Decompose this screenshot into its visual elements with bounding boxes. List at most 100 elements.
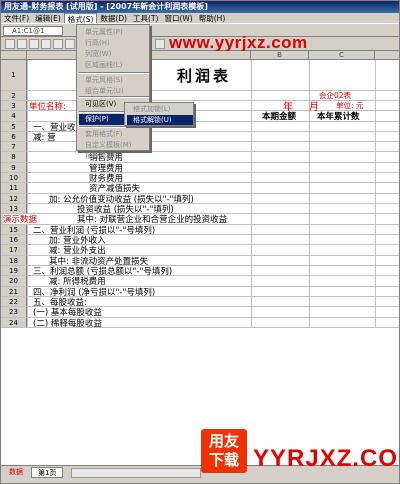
table-row: 24 (二) 稀释每股收益 bbox=[1, 318, 399, 329]
row-number[interactable]: 22 bbox=[1, 297, 27, 306]
row-number[interactable]: 2 bbox=[1, 91, 27, 100]
column-header-b[interactable]: B bbox=[251, 51, 309, 60]
grid-line bbox=[375, 266, 376, 275]
menu-item-label: 保护(P) bbox=[85, 115, 109, 123]
row-label[interactable]: 投资收益 (损失以"-"填列) bbox=[77, 204, 174, 215]
row-label[interactable]: 减: 营业外支出 bbox=[49, 245, 106, 256]
row-label[interactable]: 其中: 对联营企业和合营企业的投资收益 bbox=[77, 214, 227, 225]
grid-line bbox=[375, 111, 376, 121]
format-menu-item[interactable]: 列宽(W) bbox=[79, 49, 149, 60]
menu-edit[interactable]: 编辑(E) bbox=[32, 13, 64, 23]
menu-item-label: 套用格式(F) bbox=[85, 130, 123, 138]
horizontal-scrollbar[interactable] bbox=[71, 468, 201, 478]
menu-item-label: 可见区(V) bbox=[85, 100, 117, 108]
column-header-c[interactable]: C bbox=[309, 51, 375, 60]
row-label[interactable]: 三、利润总额 (亏损总额以"-"号填列) bbox=[33, 266, 172, 277]
grid-line bbox=[27, 245, 28, 255]
table-row: 1 利润表 bbox=[1, 60, 399, 91]
grid-line bbox=[251, 163, 252, 172]
row-number[interactable]: 3 bbox=[1, 101, 27, 110]
row-number[interactable]: 6 bbox=[1, 132, 27, 141]
row-number[interactable]: 7 bbox=[1, 142, 27, 151]
format-menu-dropdown: 单元属性(P) 行高(H) 列宽(W) 区域画线(L) 单元风格(S) 组合单元(U) 可见… bbox=[76, 24, 150, 160]
menu-tools[interactable]: 工具(T) bbox=[130, 13, 161, 23]
row-number[interactable]: 5 bbox=[1, 122, 27, 131]
row-number[interactable]: 21 bbox=[1, 287, 27, 296]
row-number[interactable]: 20 bbox=[1, 276, 27, 286]
row-label[interactable]: 资产减值损失 bbox=[89, 183, 140, 194]
grid-line bbox=[27, 307, 28, 317]
grid-line bbox=[251, 318, 252, 327]
brand-logo: 用友 下载 bbox=[201, 429, 247, 473]
menu-help[interactable]: 帮助(H) bbox=[196, 13, 229, 23]
new-icon[interactable] bbox=[5, 39, 15, 49]
format-menu-item[interactable]: 单元属性(P) bbox=[79, 27, 149, 38]
format-menu-item[interactable]: 行高(H) bbox=[79, 38, 149, 49]
grid-line bbox=[251, 297, 252, 306]
month-label: 月 bbox=[309, 102, 319, 113]
cut-icon[interactable] bbox=[65, 39, 75, 49]
row-number[interactable]: 1 bbox=[1, 60, 27, 90]
open-icon[interactable] bbox=[17, 39, 27, 49]
app-window: 用友通-财务报表 [试用版] - [2007年新会计利润表模板] 文件(F) 编… bbox=[0, 0, 400, 484]
row-number[interactable]: 12 bbox=[1, 194, 27, 203]
row-label[interactable]: 减: 营 bbox=[33, 132, 56, 143]
grid-line bbox=[309, 225, 310, 234]
grid-line bbox=[27, 287, 28, 296]
format-menu-item[interactable]: 套用格式(F) bbox=[79, 129, 149, 140]
grid-line bbox=[309, 132, 310, 141]
grid-line bbox=[27, 194, 28, 203]
table-row: 7营业税金及附加 bbox=[1, 142, 399, 153]
row-number[interactable]: 11 bbox=[1, 183, 27, 193]
row-number[interactable]: 13 bbox=[1, 204, 27, 213]
grid-line bbox=[251, 122, 252, 131]
row-number[interactable]: 10 bbox=[1, 173, 27, 182]
menu-file[interactable]: 文件(F) bbox=[1, 13, 32, 23]
format-menu-item[interactable]: 区域画线(L) bbox=[79, 60, 149, 71]
row-number[interactable]: 17 bbox=[1, 245, 27, 255]
menu-item-label: 列宽(W) bbox=[85, 50, 112, 58]
grid-line bbox=[375, 287, 376, 296]
format-menu-item[interactable]: 单元风格(S) bbox=[79, 75, 149, 86]
unlock-format-item[interactable]: 格式解锁(U) bbox=[127, 115, 193, 125]
lock-format-item[interactable]: 格式加锁(L) bbox=[127, 104, 193, 114]
row-label[interactable]: 加: 营业外收入 bbox=[49, 235, 106, 246]
menu-window[interactable]: 窗口(W) bbox=[161, 13, 195, 23]
row-number[interactable]: 24 bbox=[1, 318, 27, 327]
grid-line bbox=[27, 266, 28, 275]
row-number[interactable]: 18 bbox=[1, 256, 27, 265]
save-icon[interactable] bbox=[29, 39, 39, 49]
row-label[interactable]: 减: 所得税费用 bbox=[49, 276, 106, 287]
row-number[interactable]: 19 bbox=[1, 266, 27, 275]
sum-icon[interactable] bbox=[155, 39, 165, 49]
row-number[interactable]: 9 bbox=[1, 163, 27, 172]
row-label[interactable]: (一) 基本每股收益 bbox=[33, 307, 102, 318]
table-row: 9 管理费用 bbox=[1, 163, 399, 174]
corner-cell[interactable] bbox=[1, 51, 27, 60]
row-number[interactable]: 4 bbox=[1, 111, 27, 121]
cell-reference-box[interactable]: A1:C1@1 bbox=[3, 26, 63, 36]
protect-submenu: 格式加锁(L) 格式解锁(U) bbox=[124, 102, 194, 126]
grid-line bbox=[251, 152, 252, 162]
sheet-tab[interactable]: 第1页 bbox=[31, 467, 64, 478]
print-icon[interactable] bbox=[41, 39, 51, 49]
table-row: 6 减: 营 bbox=[1, 132, 399, 143]
row-number[interactable]: 15 bbox=[1, 225, 27, 234]
row-number[interactable]: 23 bbox=[1, 307, 27, 317]
format-menu-item[interactable]: 报表模板(T) bbox=[79, 151, 149, 162]
grid-line bbox=[251, 60, 252, 90]
menu-format[interactable]: 格式(S) bbox=[63, 13, 98, 24]
grid-line bbox=[309, 256, 310, 265]
row-label[interactable]: 五、每股收益: bbox=[33, 297, 87, 308]
row-label[interactable]: (二) 稀释每股收益 bbox=[33, 318, 102, 329]
menu-data[interactable]: 数据(D) bbox=[97, 13, 130, 23]
year-label: 年 bbox=[283, 102, 293, 113]
preview-icon[interactable] bbox=[53, 39, 63, 49]
row-number[interactable]: 16 bbox=[1, 235, 27, 244]
grid-line bbox=[309, 297, 310, 306]
grid-line bbox=[27, 276, 28, 286]
grid-line bbox=[309, 163, 310, 172]
row-label[interactable]: 财务费用 bbox=[89, 173, 123, 184]
format-menu-item[interactable]: 自定义模板(M) bbox=[79, 140, 149, 151]
row-number[interactable]: 8 bbox=[1, 152, 27, 162]
